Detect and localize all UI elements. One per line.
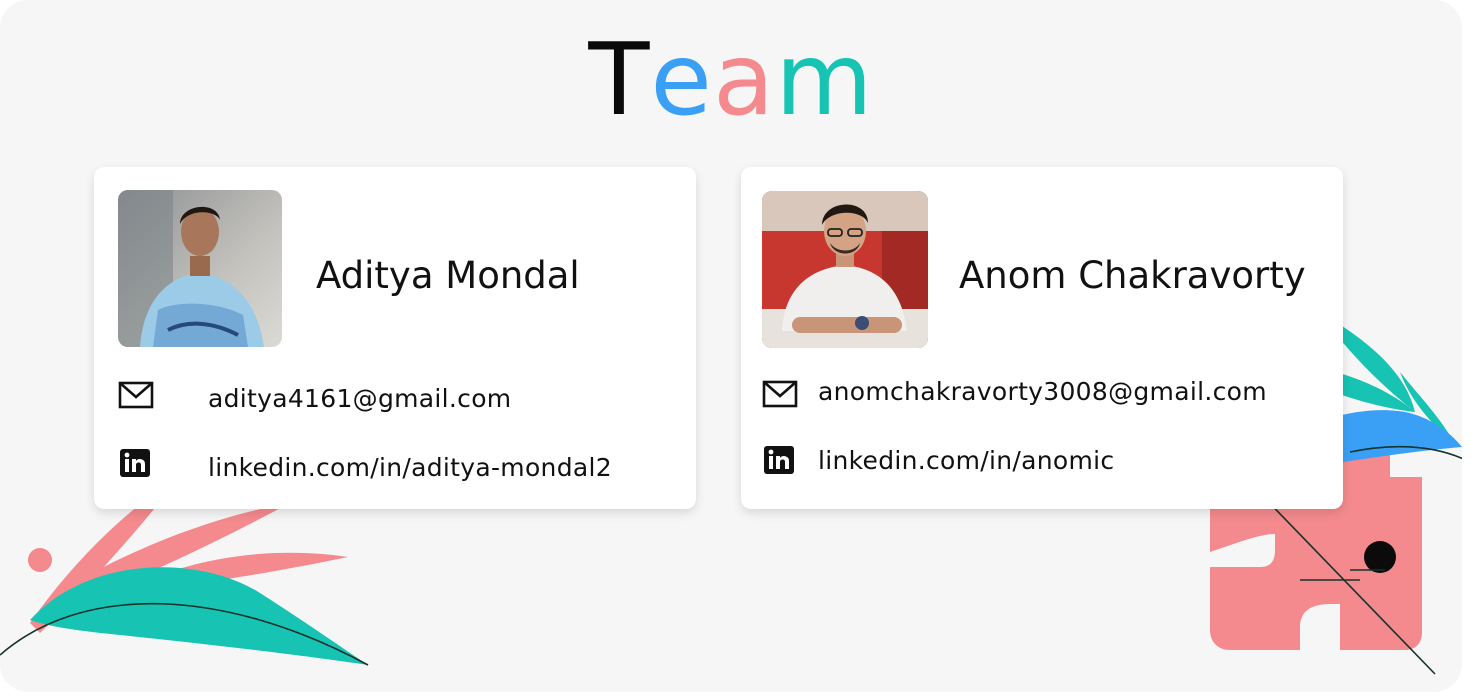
avatar-photo — [762, 191, 928, 348]
member-name: Anom Chakravorty — [959, 254, 1306, 297]
linkedin-icon — [120, 449, 150, 477]
email-link[interactable]: anomchakravorty3008@gmail.com — [818, 376, 1267, 408]
team-card-aditya: Aditya Mondal aditya4161@gmail.com linke… — [94, 167, 696, 509]
mail-icon — [118, 381, 154, 409]
team-card-anom: Anom Chakravorty anomchakravorty3008@gma… — [741, 167, 1343, 509]
title-letter-e: e — [650, 21, 713, 138]
avatar — [762, 191, 928, 348]
title-letter-a: a — [712, 21, 776, 138]
title-letter-t: T — [588, 21, 651, 138]
mail-icon — [762, 380, 798, 408]
member-name: Aditya Mondal — [316, 254, 580, 297]
linkedin-icon — [764, 446, 794, 474]
title-letter-m: m — [775, 21, 874, 138]
team-section: Team Aditya Mondal aditya4161@gmail.com … — [0, 0, 1462, 692]
linkedin-link[interactable]: linkedin.com/in/anomic — [818, 445, 1114, 477]
email-link[interactable]: aditya4161@gmail.com — [208, 383, 511, 415]
avatar — [118, 190, 282, 347]
avatar-photo — [118, 190, 282, 347]
linkedin-link[interactable]: linkedin.com/in/aditya-mondal2 — [208, 452, 612, 484]
page-title: Team — [0, 22, 1462, 138]
